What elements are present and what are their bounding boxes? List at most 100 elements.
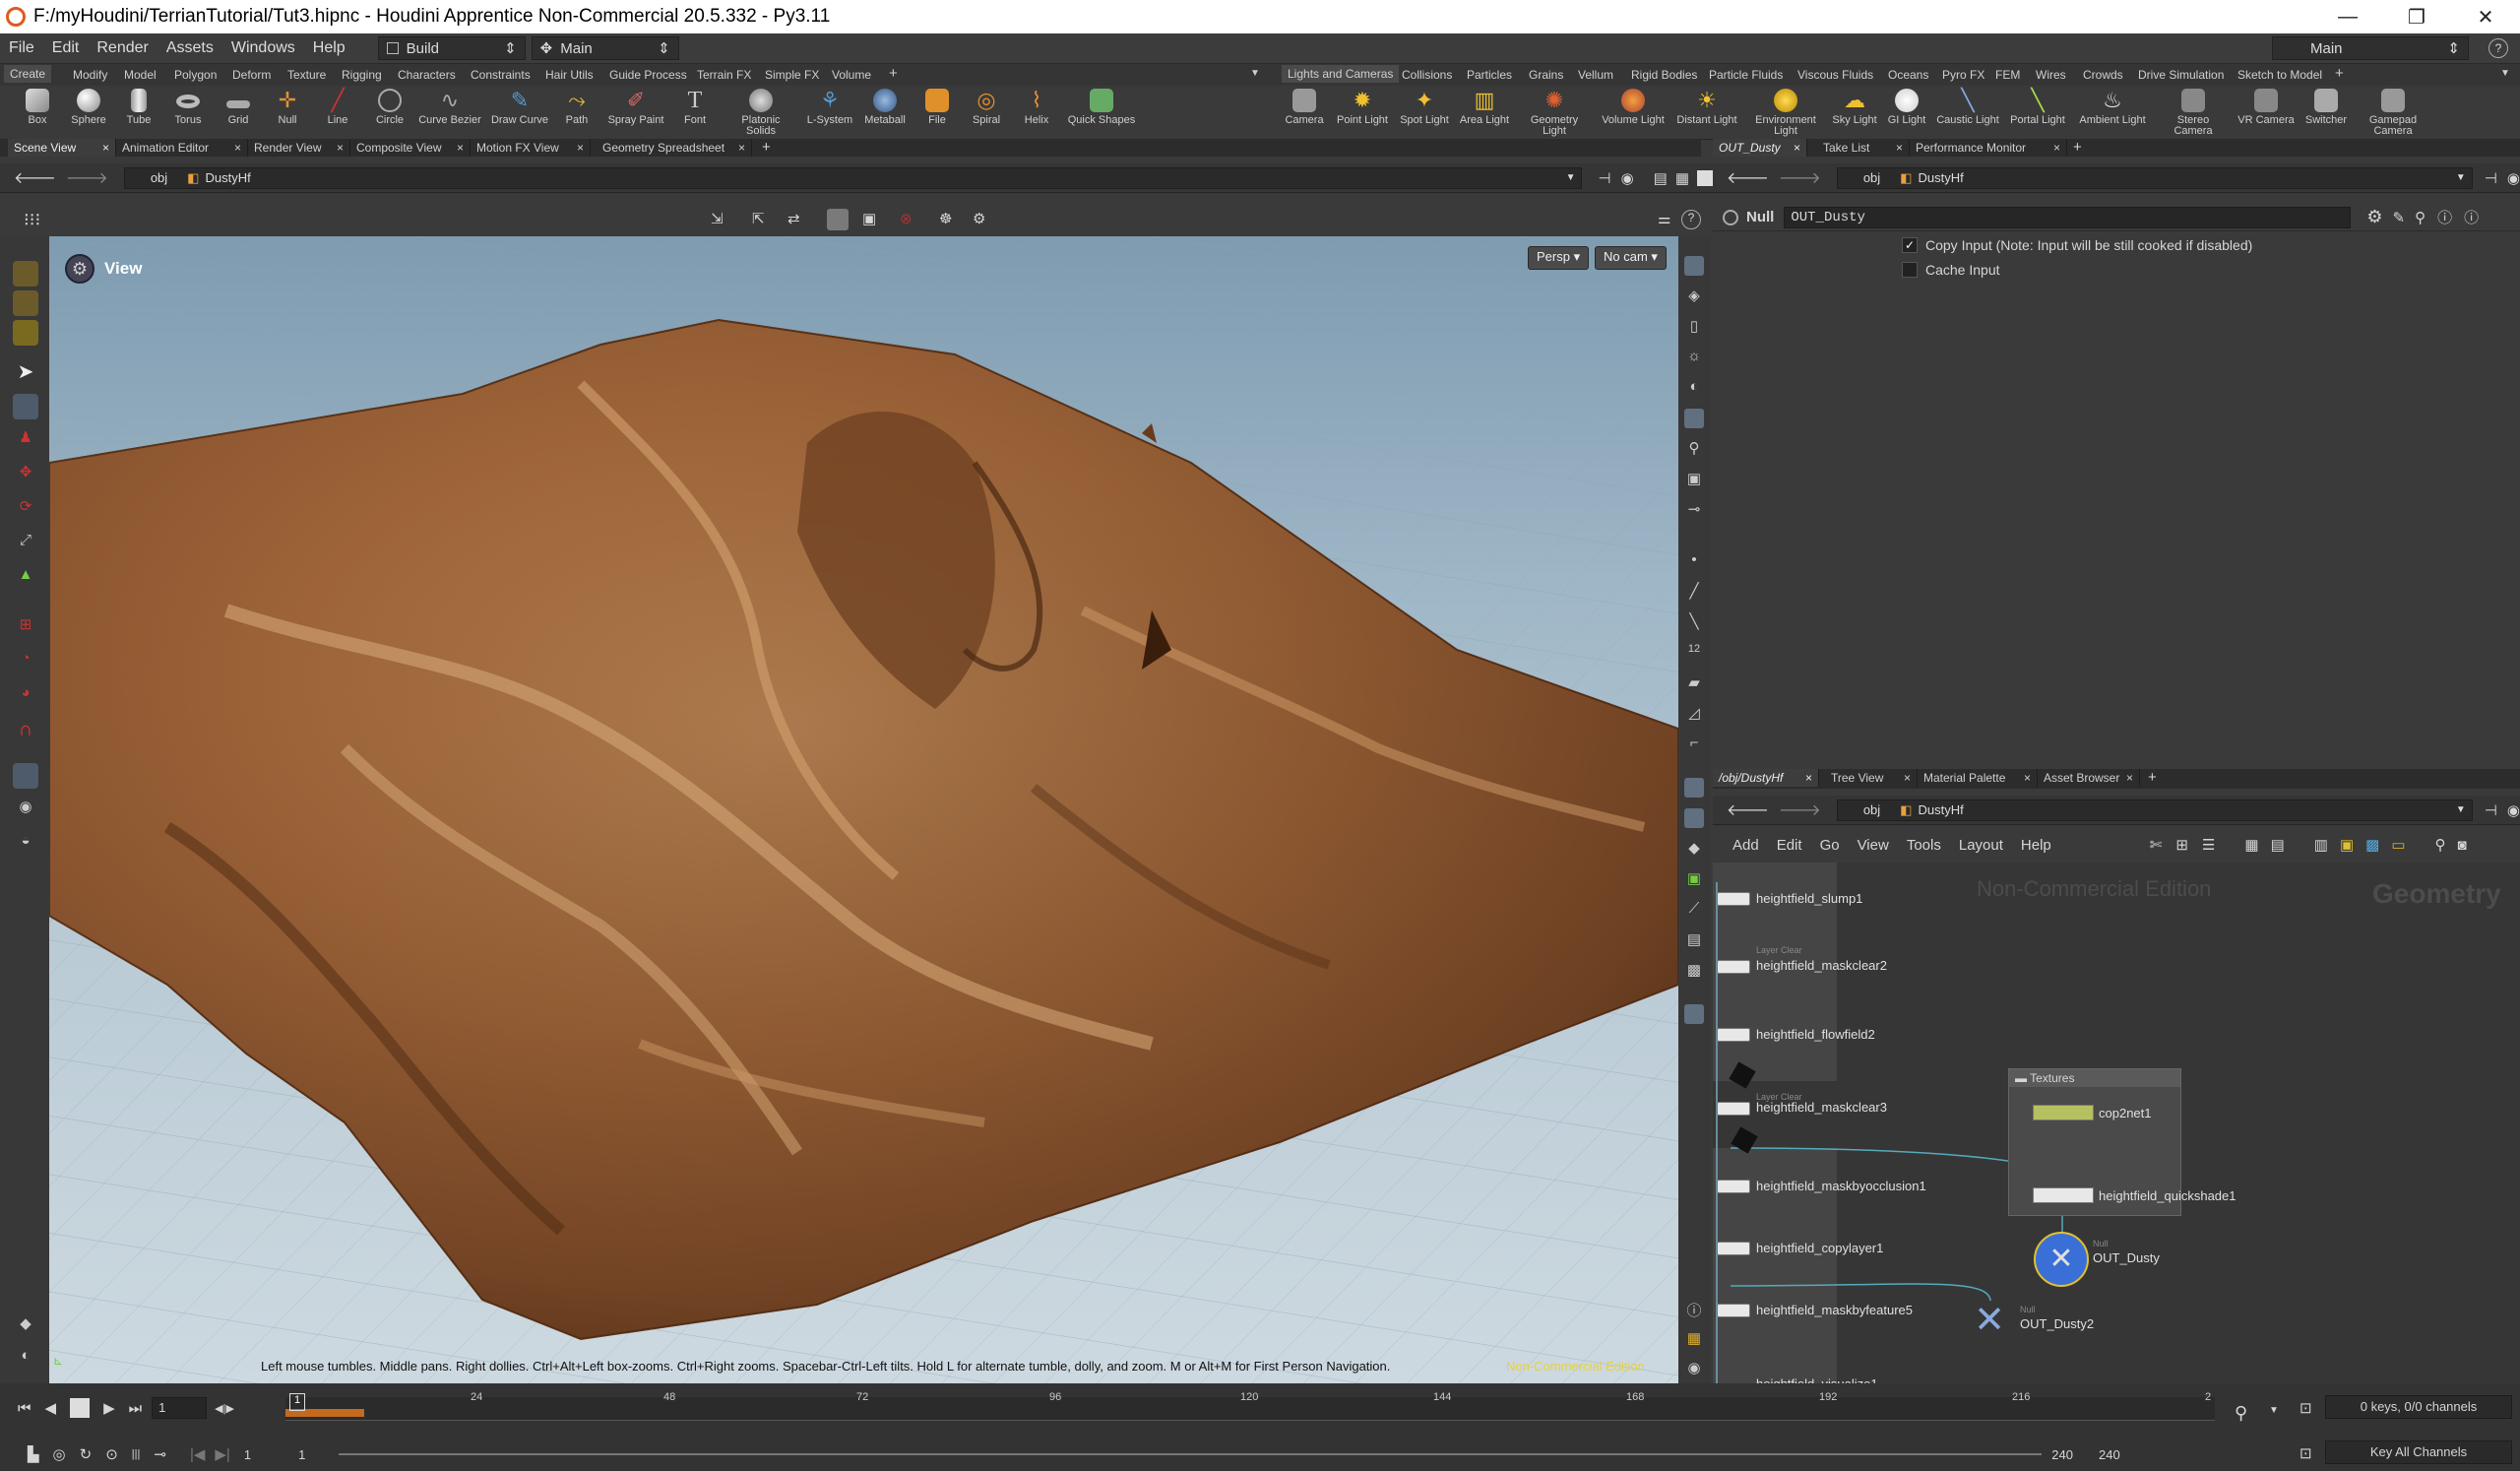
handle-box-icon[interactable]: ⊞: [13, 615, 38, 641]
dropdown-arrow-icon[interactable]: ▼: [2456, 172, 2466, 183]
tool-platonic-solids[interactable]: Platonic Solids: [732, 89, 789, 137]
shelf-tab-rigid-bodies[interactable]: Rigid Bodies: [1631, 68, 1697, 82]
points-icon[interactable]: •: [1684, 551, 1704, 571]
magnet-icon[interactable]: ∩: [13, 719, 38, 744]
camera-menu-button[interactable]: No cam ▾: [1595, 246, 1667, 270]
step-icon[interactable]: ◀|▶: [215, 1402, 234, 1415]
node-out-dusty2[interactable]: OUT_Dusty2: [2020, 1316, 2094, 1331]
brush-tool-icon[interactable]: [13, 320, 38, 346]
node-icon[interactable]: [1717, 1028, 1750, 1042]
node-heightfield-maskclear3[interactable]: heightfield_maskclear3: [1756, 1100, 1887, 1115]
shelf-tab-oceans[interactable]: Oceans: [1888, 68, 1928, 82]
image-icon[interactable]: ▩: [2365, 836, 2379, 854]
normal-icon[interactable]: ╲: [1684, 612, 1704, 632]
audio-icon[interactable]: ◎: [53, 1445, 66, 1463]
out-dusty-null-icon[interactable]: ✕: [2034, 1232, 2089, 1287]
tool-vr-camera[interactable]: VR Camera: [2236, 89, 2296, 126]
close-tab-icon[interactable]: ×: [1896, 141, 1903, 155]
tool-helix[interactable]: ⌇ Helix: [1019, 89, 1054, 126]
photo-icon[interactable]: ▩: [1684, 961, 1704, 981]
go-start-icon[interactable]: ⏮: [18, 1400, 32, 1417]
node-icon[interactable]: [1717, 1304, 1750, 1317]
menu-windows[interactable]: Windows: [222, 39, 304, 57]
net-menu-layout[interactable]: Layout: [1959, 837, 2003, 854]
shelf-tab-deform[interactable]: Deform: [232, 68, 271, 82]
tool-quick-shapes[interactable]: Quick Shapes: [1061, 89, 1142, 126]
tool-circle[interactable]: Circle: [372, 89, 408, 126]
forward-arrow-icon[interactable]: 🡒: [1779, 167, 1821, 188]
close-tab-icon[interactable]: ×: [457, 141, 464, 155]
maximize-pane-icon[interactable]: [1697, 169, 1713, 186]
tool-font[interactable]: T Font: [679, 89, 711, 126]
back-arrow-icon[interactable]: 🡐: [1727, 167, 1769, 188]
node-icon[interactable]: [1717, 960, 1750, 974]
loop-icon[interactable]: ↻: [80, 1445, 93, 1463]
link-icon[interactable]: ◉: [2507, 801, 2520, 819]
menu-file[interactable]: File: [0, 39, 43, 57]
dropdown-arrow-icon[interactable]: ▼: [2456, 804, 2466, 815]
back-arrow-icon[interactable]: 🡐: [14, 167, 56, 188]
start-next-icon[interactable]: ▶|: [215, 1445, 229, 1463]
light-icon[interactable]: ☼: [1684, 348, 1704, 367]
stop-icon[interactable]: [70, 1398, 91, 1418]
node-heightfield-maskbyfeature5[interactable]: heightfield_maskbyfeature5: [1756, 1303, 1913, 1317]
net-menu-edit[interactable]: Edit: [1777, 837, 1802, 854]
tool-spray-paint[interactable]: ✐ Spray Paint: [603, 89, 668, 126]
net-menu-tools[interactable]: Tools: [1907, 837, 1941, 854]
shelf-tab-vellum[interactable]: Vellum: [1578, 68, 1613, 82]
shelf-tab-modify[interactable]: Modify: [73, 68, 107, 82]
checkbox-checked-icon[interactable]: ✓: [1902, 237, 1918, 253]
frame-step-icon[interactable]: |||: [132, 1448, 141, 1460]
close-tab-icon[interactable]: ×: [2126, 771, 2133, 785]
shelf-tab-polygon[interactable]: Polygon: [174, 68, 217, 82]
shelf-tab-crowds[interactable]: Crowds: [2083, 68, 2123, 82]
fog-icon[interactable]: ⟋: [1684, 900, 1704, 920]
script-icon[interactable]: ✎: [2392, 209, 2405, 226]
tab-motion-fx-view[interactable]: Motion FX View ×: [471, 139, 591, 157]
tab-scene-view[interactable]: Scene View ×: [8, 139, 116, 157]
timeline-track[interactable]: 1 24 48 72 96 120 144 168 192 216 2: [285, 1391, 2215, 1421]
tool-line[interactable]: ╱ Line: [322, 89, 353, 126]
shelf-tab-pyro-fx[interactable]: Pyro FX: [1942, 68, 1984, 82]
tool-sky-light[interactable]: ☁ Sky Light: [1823, 89, 1886, 126]
shelf-tab-fem[interactable]: FEM: [1995, 68, 2020, 82]
quickshade-node-icon[interactable]: [2033, 1187, 2094, 1203]
background-icon[interactable]: ▣: [1684, 869, 1704, 889]
range-start-alt[interactable]: 1: [298, 1447, 305, 1462]
main-select[interactable]: ✥ Main ⇕: [531, 36, 679, 60]
tab-out-dusty[interactable]: OUT_Dusty ×: [1713, 139, 1807, 157]
menu-assets[interactable]: Assets: [158, 39, 222, 57]
close-tab-icon[interactable]: ×: [102, 141, 109, 155]
pose-icon[interactable]: ♟: [13, 428, 38, 454]
close-tab-icon[interactable]: ×: [337, 141, 344, 155]
orbit-icon[interactable]: ◕: [13, 684, 38, 710]
tool-volume-light[interactable]: Volume Light: [1599, 89, 1668, 126]
shelf-tab-particle-fluids[interactable]: Particle Fluids: [1709, 68, 1783, 82]
tool-spot-light[interactable]: ✦ Spot Light: [1398, 89, 1451, 126]
tree-icon[interactable]: ⊞: [2175, 836, 2188, 854]
node-name-field[interactable]: OUT_Dusty: [1784, 206, 2352, 228]
display-icon[interactable]: ◐: [13, 1347, 38, 1373]
cop-node-icon[interactable]: [2033, 1105, 2094, 1120]
tool-path[interactable]: ⤳ Path: [561, 89, 593, 126]
tool-gi-light[interactable]: GI Light: [1884, 89, 1929, 126]
vertex-icon[interactable]: ◿: [1684, 704, 1704, 724]
select-arrow-icon[interactable]: ➤: [13, 359, 38, 385]
shelf-tab-guide-process[interactable]: Guide Process: [609, 68, 687, 82]
bulb-icon[interactable]: ⚲: [1684, 439, 1704, 459]
shelf-tab-grains[interactable]: Grains: [1529, 68, 1563, 82]
scene-viewport[interactable]: 925 ⚙ View Persp ▾ No cam ▾ Left mouse t…: [49, 236, 1678, 1383]
keys-channels-field[interactable]: 0 keys, 0/0 channels: [2325, 1395, 2512, 1419]
note-icon[interactable]: ▣: [2340, 836, 2354, 854]
desktop-select[interactable]: Build ⇕: [377, 36, 526, 60]
shelf-tab-wires[interactable]: Wires: [2036, 68, 2066, 82]
close-button[interactable]: ✕: [2451, 0, 2520, 33]
ortho-icon[interactable]: ◔: [13, 650, 38, 675]
tab-animation-editor[interactable]: Animation Editor ×: [116, 139, 248, 157]
render-region-icon[interactable]: ◒: [13, 832, 38, 858]
scale-icon[interactable]: ⤢: [13, 532, 38, 557]
close-tab-icon[interactable]: ×: [738, 141, 745, 155]
node-heightfield-slump1[interactable]: heightfield_slump1: [1756, 891, 1862, 906]
layout-grid-icon[interactable]: ▦: [1684, 1329, 1704, 1349]
range-slider[interactable]: [339, 1453, 2043, 1455]
